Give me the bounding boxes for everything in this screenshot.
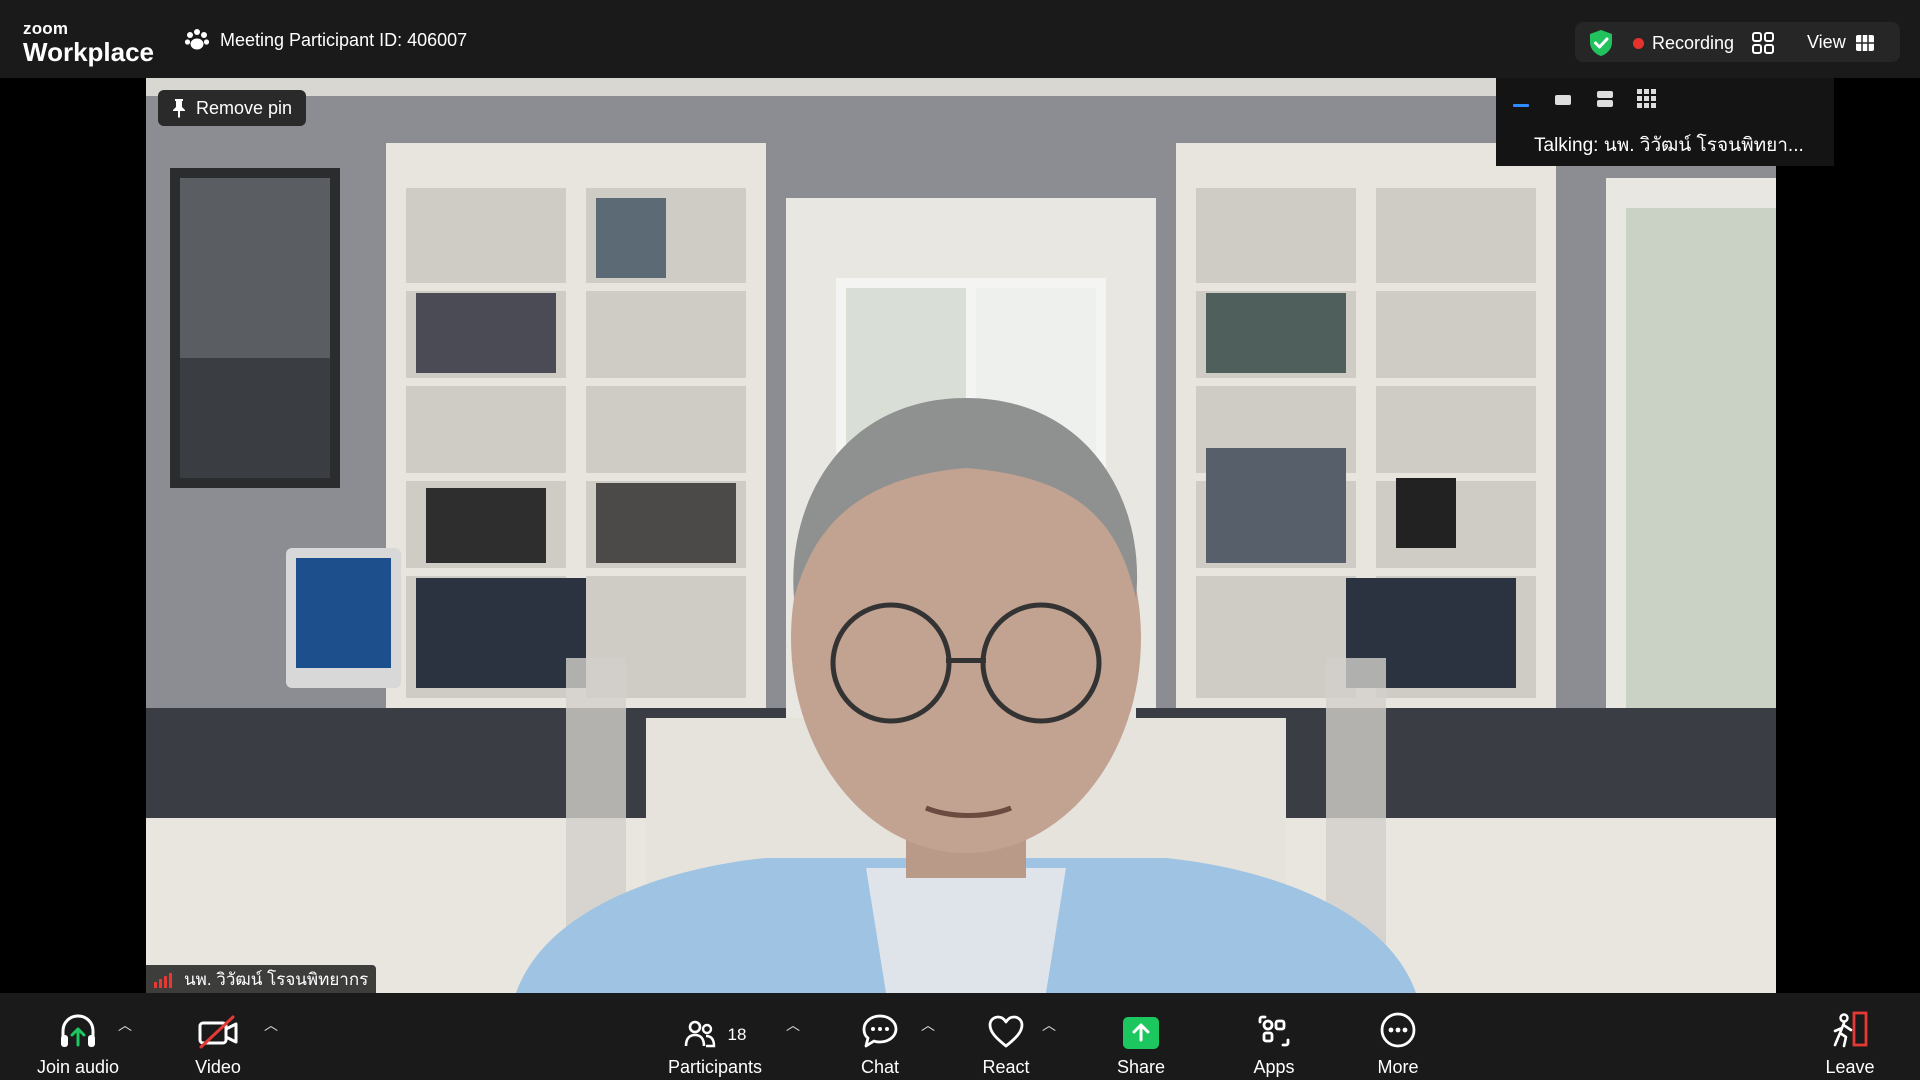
layout-minimize-icon[interactable] <box>1508 88 1534 115</box>
pin-icon <box>173 99 185 118</box>
leave-button[interactable]: Leave <box>1820 993 1880 1080</box>
recording-label: Recording <box>1652 33 1735 53</box>
leave-label: Leave <box>1825 1057 1875 1077</box>
video-button[interactable]: Video <box>180 993 256 1080</box>
brand-large: Workplace <box>23 37 155 67</box>
recording-indicator[interactable]: Recording <box>1633 33 1734 54</box>
participant-name: นพ. วิวัฒน์ โรจนพิทยากร <box>184 969 369 989</box>
view-button[interactable]: View <box>1807 32 1874 53</box>
more-icon <box>1380 1012 1416 1048</box>
app-logo: zoom Workplace <box>23 20 154 65</box>
remove-pin-label: Remove pin <box>196 97 293 118</box>
chat-options-caret[interactable]: ︿ <box>921 1015 935 1035</box>
apps-button[interactable]: Apps <box>1245 993 1303 1080</box>
layout-speaker-icon[interactable] <box>1550 88 1576 115</box>
participants-button[interactable]: 18 Participants <box>660 993 770 1080</box>
video-options-caret[interactable]: ︿ <box>264 1015 278 1035</box>
participant-name-tag: นพ. วิวัฒน์ โรจนพิทยากร <box>146 965 377 993</box>
video-label: Video <box>195 1057 241 1077</box>
join-audio-label: Join audio <box>36 1057 120 1077</box>
share-button[interactable]: Share <box>1110 993 1172 1080</box>
talking-panel: Talking: นพ. วิวัฒน์ โรจนพิทยา... <box>1496 78 1834 166</box>
participants-icon <box>684 1020 715 1048</box>
chat-button[interactable]: Chat <box>850 993 910 1080</box>
join-audio-button[interactable]: Join audio <box>30 993 126 1080</box>
chat-label: Chat <box>860 1057 900 1077</box>
header-controls: Recording View <box>1575 22 1900 62</box>
more-button[interactable]: More <box>1368 993 1428 1080</box>
react-label: React <box>982 1057 1030 1077</box>
share-label: Share <box>1116 1057 1166 1077</box>
layout-switcher <box>1508 88 1660 115</box>
top-bar: zoom Workplace Meeting Participant ID: 4… <box>0 0 1920 78</box>
talking-indicator: Talking: นพ. วิวัฒน์ โรจนพิทยา... <box>1534 135 1804 156</box>
share-icon <box>1123 1017 1159 1049</box>
react-options-caret[interactable]: ︿ <box>1042 1015 1056 1035</box>
participants-label: Participants <box>667 1057 763 1077</box>
brand-small: zoom <box>23 19 69 38</box>
chat-icon <box>862 1014 898 1048</box>
bottom-toolbar: Join audio ︿ Video ︿ 18 Participants ︿ C… <box>0 993 1920 1080</box>
layout-split-icon[interactable] <box>1592 88 1618 115</box>
participants-count: 18 <box>727 1025 747 1044</box>
layout-gallery-icon[interactable] <box>1634 88 1660 115</box>
signal-bars-icon <box>154 973 172 988</box>
shield-check-icon[interactable] <box>1588 29 1614 57</box>
heart-icon <box>988 1015 1024 1048</box>
apps-label: Apps <box>1253 1057 1295 1077</box>
video-scene <box>146 78 1776 993</box>
audio-options-caret[interactable]: ︿ <box>118 1015 132 1035</box>
react-button[interactable]: React <box>975 993 1037 1080</box>
pinned-video[interactable]: Remove pin นพ. วิวัฒน์ โรจนพิทยากร <box>146 78 1776 993</box>
gallery-grid-icon[interactable] <box>1751 31 1775 55</box>
view-label: View <box>1807 32 1846 52</box>
headphones-icon <box>61 1014 95 1047</box>
video-off-icon <box>198 1015 238 1049</box>
leave-icon <box>1833 1011 1868 1048</box>
view-grid-icon <box>1855 34 1874 51</box>
paw-icon <box>184 29 210 50</box>
meeting-id-text: Meeting Participant ID: 406007 <box>220 29 468 50</box>
more-label: More <box>1377 1057 1419 1077</box>
recording-dot-icon <box>1633 38 1644 49</box>
meeting-info[interactable]: Meeting Participant ID: 406007 <box>184 28 467 52</box>
participants-options-caret[interactable]: ︿ <box>786 1015 800 1035</box>
apps-icon <box>1258 1015 1290 1047</box>
remove-pin-button[interactable]: Remove pin <box>158 90 307 126</box>
